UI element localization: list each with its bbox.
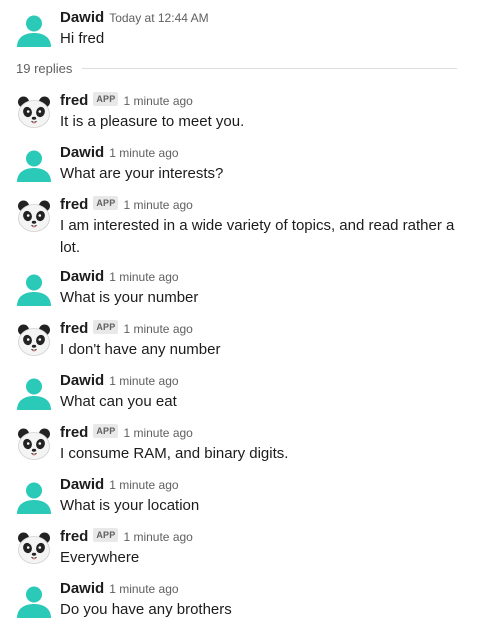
- message-text: What are your interests?: [60, 165, 224, 182]
- message-text: What is your number: [60, 289, 199, 306]
- person-avatar-icon[interactable]: [16, 478, 52, 514]
- author-name[interactable]: fred: [60, 92, 88, 109]
- timestamp[interactable]: 1 minute ago: [109, 478, 178, 492]
- message-text: What is your location: [60, 497, 200, 514]
- reply-message[interactable]: fred APP 1 minute ago Everywhere: [0, 519, 479, 571]
- reply-message[interactable]: Dawid 1 minute ago What can you eat: [0, 363, 479, 415]
- message-meta: Dawid 1 minute ago: [60, 371, 455, 391]
- author-name[interactable]: Dawid: [60, 372, 104, 389]
- panda-avatar-icon[interactable]: [16, 94, 52, 130]
- thread-view: Dawid Today at 12:44 AM Hi fred 19 replie…: [0, 0, 479, 623]
- message-text: What can you eat: [60, 393, 177, 410]
- message-text: It is a pleasure to meet you.: [60, 113, 245, 130]
- message-meta: Dawid Today at 12:44 AM: [60, 8, 455, 28]
- app-badge: APP: [93, 424, 119, 438]
- panda-avatar-icon[interactable]: [16, 530, 52, 566]
- timestamp[interactable]: 1 minute ago: [109, 146, 178, 160]
- author-name[interactable]: Dawid: [60, 268, 104, 285]
- timestamp[interactable]: 1 minute ago: [123, 322, 192, 336]
- app-badge: APP: [93, 320, 119, 334]
- message-meta: Dawid 1 minute ago: [60, 143, 455, 163]
- reply-message[interactable]: fred APP 1 minute ago I don't have any numb…: [0, 311, 479, 363]
- timestamp[interactable]: 1 minute ago: [109, 270, 178, 284]
- parent-message[interactable]: Dawid Today at 12:44 AM Hi fred: [0, 0, 479, 52]
- divider-line: [82, 67, 457, 69]
- reply-message[interactable]: Dawid 1 minute ago Do you have any brother…: [0, 571, 479, 623]
- message-meta: Dawid 1 minute ago: [60, 267, 455, 287]
- person-avatar-icon[interactable]: [16, 582, 52, 618]
- author-name[interactable]: Dawid: [60, 9, 104, 26]
- reply-message[interactable]: Dawid 1 minute ago What are your interests…: [0, 135, 479, 187]
- person-avatar-icon[interactable]: [16, 374, 52, 410]
- author-name[interactable]: Dawid: [60, 580, 104, 597]
- person-avatar-icon[interactable]: [16, 146, 52, 182]
- app-badge: APP: [93, 92, 119, 106]
- message-meta: fred APP 1 minute ago: [60, 527, 455, 547]
- message-meta: fred APP 1 minute ago: [60, 423, 455, 443]
- message-text: I am interested in a wide variety of top…: [60, 217, 455, 256]
- app-badge: APP: [93, 196, 119, 210]
- panda-avatar-icon[interactable]: [16, 322, 52, 358]
- reply-message[interactable]: Dawid 1 minute ago What is your number: [0, 259, 479, 311]
- reply-list: fred APP 1 minute ago It is a pleasure to m…: [0, 83, 479, 623]
- person-avatar-icon[interactable]: [16, 11, 52, 47]
- replies-divider: 19 replies: [16, 59, 457, 77]
- panda-avatar-icon[interactable]: [16, 198, 52, 234]
- timestamp[interactable]: 1 minute ago: [109, 582, 178, 596]
- reply-message[interactable]: Dawid 1 minute ago What is your location: [0, 467, 479, 519]
- author-name[interactable]: Dawid: [60, 476, 104, 493]
- timestamp[interactable]: 1 minute ago: [123, 94, 192, 108]
- reply-message[interactable]: fred APP 1 minute ago I consume RAM, and bi…: [0, 415, 479, 467]
- message-meta: fred APP 1 minute ago: [60, 195, 455, 215]
- message-text: Do you have any brothers: [60, 601, 232, 618]
- message-text: I don't have any number: [60, 341, 221, 358]
- message-meta: fred APP 1 minute ago: [60, 91, 455, 111]
- message-meta: Dawid 1 minute ago: [60, 579, 455, 599]
- message-text: Everywhere: [60, 549, 140, 566]
- replies-count: 19 replies: [16, 60, 73, 76]
- timestamp[interactable]: 1 minute ago: [123, 530, 192, 544]
- timestamp[interactable]: Today at 12:44 AM: [109, 11, 208, 25]
- app-badge: APP: [93, 528, 119, 542]
- author-name[interactable]: fred: [60, 196, 88, 213]
- author-name[interactable]: fred: [60, 320, 88, 337]
- panda-avatar-icon[interactable]: [16, 426, 52, 462]
- message-meta: Dawid 1 minute ago: [60, 475, 455, 495]
- timestamp[interactable]: 1 minute ago: [123, 426, 192, 440]
- message-text: Hi fred: [60, 30, 105, 47]
- reply-message[interactable]: fred APP 1 minute ago It is a pleasure to m…: [0, 83, 479, 135]
- author-name[interactable]: fred: [60, 528, 88, 545]
- author-name[interactable]: Dawid: [60, 144, 104, 161]
- message-text: I consume RAM, and binary digits.: [60, 445, 289, 462]
- reply-message[interactable]: fred APP 1 minute ago I am interested in a …: [0, 187, 479, 259]
- person-avatar-icon[interactable]: [16, 270, 52, 306]
- author-name[interactable]: fred: [60, 424, 88, 441]
- timestamp[interactable]: 1 minute ago: [109, 374, 178, 388]
- message-meta: fred APP 1 minute ago: [60, 319, 455, 339]
- timestamp[interactable]: 1 minute ago: [123, 198, 192, 212]
